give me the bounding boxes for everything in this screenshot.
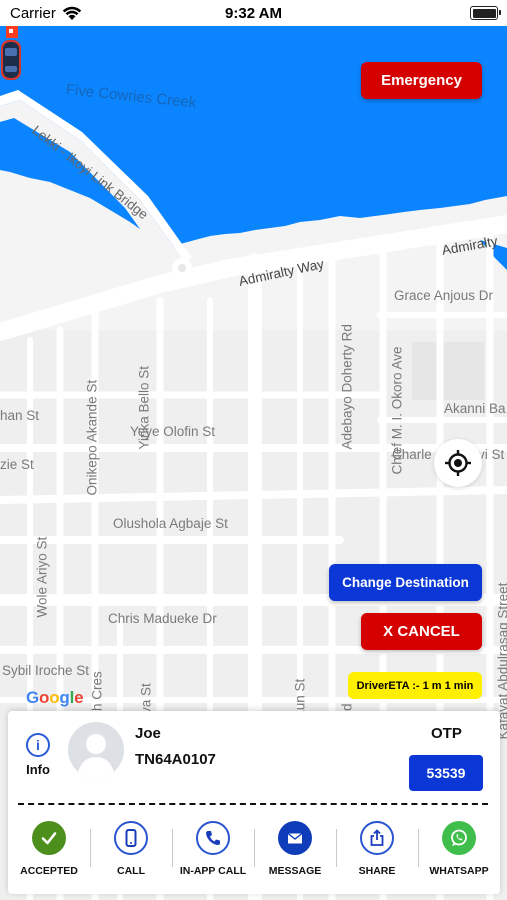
google-logo: Google <box>26 688 84 707</box>
share-icon <box>360 821 394 855</box>
action-label: WHATSAPP <box>429 865 489 877</box>
map-label-street: Sybil Iroche St <box>2 663 90 678</box>
person-silhouette-icon <box>68 722 124 778</box>
whatsapp-icon <box>442 821 476 855</box>
emergency-button[interactable]: Emergency <box>361 62 482 99</box>
google-logo-letter: G <box>26 688 40 707</box>
action-label: SHARE <box>358 865 396 877</box>
phone-handset-icon <box>196 821 230 855</box>
info-icon: i <box>26 733 50 757</box>
otp-label: OTP <box>431 725 462 742</box>
map-label-street: Yinka Bello St <box>136 365 152 450</box>
google-logo-letter: o <box>39 688 50 707</box>
action-label: MESSAGE <box>268 865 322 877</box>
action-bar: ACCEPTED CALL IN-APP CALL MESSAGE SHARE … <box>8 821 500 887</box>
envelope-icon <box>278 821 312 855</box>
info-button[interactable]: i Info <box>20 733 56 777</box>
map-label-street: Chris Madueke Dr <box>108 611 217 626</box>
google-attribution: Google <box>26 688 84 708</box>
driver-panel: i Info Joe TN64A0107 OTP 53539 ACCEPTED <box>8 711 500 894</box>
driver-name: Joe <box>135 725 161 742</box>
cancel-ride-button[interactable]: X CANCEL <box>361 613 482 650</box>
action-label: IN-APP CALL <box>179 865 247 877</box>
action-label: ACCEPTED <box>20 865 78 877</box>
map-label-street: vi St <box>478 447 505 462</box>
whatsapp-action[interactable]: WHATSAPP <box>418 821 500 887</box>
map-label-street: Chief M. I. Okoro Ave <box>389 346 405 475</box>
phone-device-icon <box>114 821 148 855</box>
google-logo-letter: o <box>49 688 60 707</box>
map-label-street: Akanni Ba <box>444 401 506 416</box>
accepted-action[interactable]: ACCEPTED <box>8 821 90 887</box>
battery-icon <box>470 6 501 20</box>
map-label-street: Onikepo Akande St <box>84 379 100 496</box>
status-bar: Carrier 9:32 AM <box>0 0 507 26</box>
map-label-street: Grace Anjous Dr <box>394 288 494 303</box>
driver-eta-badge: DriverETA :- 1 m 1 min <box>348 672 482 699</box>
info-label: Info <box>26 762 50 777</box>
map-label-street: Adebayo Doherty Rd <box>339 324 355 450</box>
google-logo-letter: g <box>59 688 70 707</box>
in-app-call-action[interactable]: IN-APP CALL <box>172 821 254 887</box>
car-marker-icon <box>1 26 21 80</box>
google-logo-letter: e <box>74 688 84 707</box>
map-label-street: Wole Ariyo St <box>34 536 50 618</box>
driver-avatar <box>68 722 124 778</box>
call-action[interactable]: CALL <box>90 821 172 887</box>
otp-value: 53539 <box>409 755 483 791</box>
vehicle-number: TN64A0107 <box>135 751 216 768</box>
clock: 9:32 AM <box>225 5 282 22</box>
action-label: CALL <box>117 865 145 877</box>
share-action[interactable]: SHARE <box>336 821 418 887</box>
map-label-street: zie St <box>0 457 34 472</box>
message-action[interactable]: MESSAGE <box>254 821 336 887</box>
check-icon <box>32 821 66 855</box>
dashed-divider <box>18 803 488 805</box>
map-label-street: han St <box>0 408 40 423</box>
change-destination-button[interactable]: Change Destination <box>329 564 482 601</box>
crosshair-icon <box>445 450 471 476</box>
my-location-button[interactable] <box>434 439 482 487</box>
map-label-street: Olushola Agbaje St <box>113 516 228 531</box>
app-screen: Carrier 9:32 AM Five Cowries Creek Lekki… <box>0 0 507 900</box>
